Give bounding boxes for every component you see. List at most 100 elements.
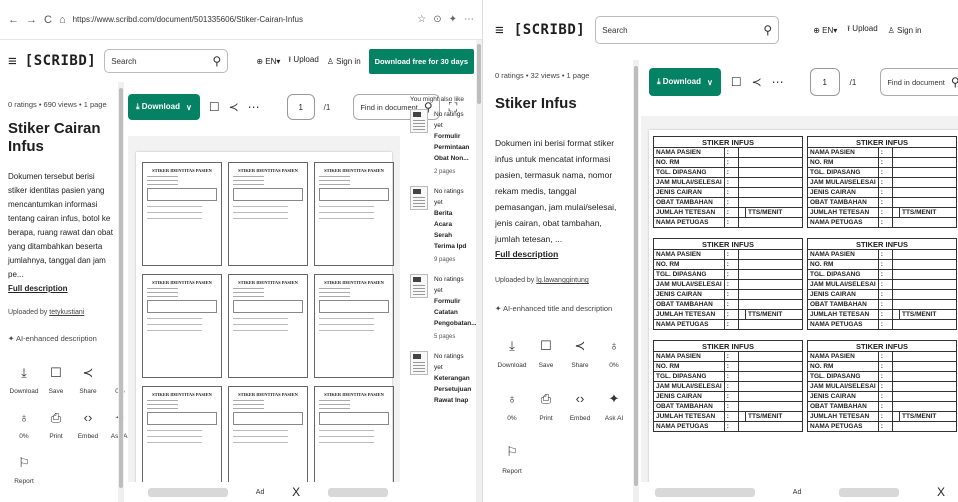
sidebar-scrollbar[interactable] (633, 60, 639, 502)
bookmark-star-icon[interactable]: ☆ (417, 14, 426, 25)
field-value (737, 401, 804, 412)
full-description-link[interactable]: Full description (495, 247, 629, 261)
back-icon[interactable]: ← (8, 14, 19, 26)
extensions-icon[interactable]: ⊙ (433, 14, 441, 25)
search-input[interactable]: Search ⚲ (595, 16, 780, 44)
document-viewer[interactable]: STIKER IDENTITAS PASIEN STIKER IDENTITAS … (128, 136, 400, 482)
share-action[interactable]: ≺ Share (72, 365, 104, 398)
embed-icon: ‹› (83, 410, 93, 425)
field-label: JENIS CAIRAN (807, 187, 879, 198)
field-separator: : (723, 309, 739, 320)
profile-icon[interactable]: ✦ (449, 14, 457, 25)
patient-sticker: STIKER IDENTITAS PASIEN (142, 274, 222, 378)
doc-toolbar: ⤓ Download ∨ ☐ ≺ ⋯ 1 /1 Find in document ⚲… (128, 94, 457, 120)
address-bar[interactable]: https://www.scribd.com/document/50133560… (73, 15, 414, 24)
ad-close-button[interactable]: X (937, 485, 945, 499)
language-selector[interactable]: ⊕ EN▾ (813, 26, 837, 35)
embed-action[interactable]: ‹› Embed (563, 391, 597, 426)
sign-in-link[interactable]: ♙ Sign in (327, 57, 361, 66)
recommendation-item[interactable]: No ratings yet Formulir Catatan Pengobata… (410, 274, 477, 343)
recommendation-item[interactable]: No ratings yet Berita Acara Serah Terima … (410, 186, 476, 266)
field-separator: : (723, 177, 739, 188)
language-selector[interactable]: ⊕ EN▾ (256, 57, 280, 66)
upload-link[interactable]: ⭱ Upload (288, 54, 318, 68)
search-icon[interactable]: ⚲ (763, 23, 772, 37)
field-value (891, 289, 958, 300)
share-action[interactable]: ≺ Share (563, 338, 597, 373)
field-label: NO. RM (653, 361, 725, 372)
sign-in-link[interactable]: ♙ Sign in (888, 26, 922, 35)
uploader-link[interactable]: tetykustiani (49, 309, 84, 316)
forward-icon[interactable]: → (26, 14, 37, 26)
search-icon[interactable]: ⚲ (213, 54, 222, 68)
download-action[interactable]: ⤓ Download (8, 365, 40, 398)
bookmark-icon[interactable]: ☐ (731, 75, 742, 89)
field-value (891, 147, 958, 158)
download-button[interactable]: ⤓ Download ∨ (128, 94, 200, 120)
download-caret-icon[interactable]: ∨ (707, 78, 713, 87)
uploader-link[interactable]: lg.lawanggintung (536, 277, 589, 284)
scribd-logo[interactable]: [SCRIBD] (25, 53, 96, 69)
upload-link[interactable]: ⭱ Upload (847, 23, 877, 37)
full-description-link[interactable]: Full description (8, 282, 116, 296)
search-placeholder: Search (602, 25, 628, 35)
doc-title: Stiker Cairan Infus (8, 120, 101, 155)
search-input[interactable]: Search ⚲ (104, 49, 229, 73)
dislike-action[interactable]: ♁ 0% (495, 391, 529, 426)
sidebar-scrollbar[interactable] (118, 82, 124, 502)
save-action[interactable]: ☐ Save (40, 365, 72, 398)
download-button-label: ⤓ Download (136, 102, 180, 111)
more-options-icon[interactable]: ⋯ (248, 100, 260, 114)
recommendation-item[interactable]: No ratings yet Formulir Permintaan Obat N… (410, 109, 476, 178)
save-action[interactable]: ☐ Save (529, 338, 563, 373)
download-action[interactable]: ⤓ Download (495, 338, 529, 373)
search-icon[interactable]: ⚲ (951, 75, 958, 89)
find-placeholder: Find in document (887, 77, 945, 87)
print-action[interactable]: ⎙ Print (40, 410, 72, 443)
field-value (891, 157, 958, 168)
like-action[interactable]: ♁ 0% (597, 338, 631, 373)
thumbs-down-icon: ♁ (19, 410, 29, 425)
field-value (891, 249, 958, 260)
field-label: JENIS CAIRAN (653, 391, 725, 402)
ask-ai-action[interactable]: ✦ Ask AI (597, 391, 631, 426)
print-action[interactable]: ⎙ Print (529, 391, 563, 426)
bookmark-icon[interactable]: ☐ (209, 100, 220, 114)
print-icon: ⎙ (50, 410, 62, 425)
uploaded-by-label: Uploaded by (495, 277, 535, 284)
dislike-action[interactable]: ♁ 0% (8, 410, 40, 443)
report-action[interactable]: ⚐ Report (8, 455, 40, 488)
reload-icon[interactable]: C (44, 14, 52, 26)
report-action[interactable]: ⚐ Report (495, 444, 529, 479)
embed-icon: ‹› (575, 391, 585, 406)
scribd-logo[interactable]: [SCRIBD] (514, 22, 585, 38)
download-button[interactable]: ⤓ Download ∨ (649, 68, 721, 96)
field-value (737, 361, 804, 372)
page-number-input[interactable]: 1 (809, 68, 840, 96)
field-label: JAM MULAI/SELESAI (653, 381, 725, 392)
hamburger-menu-icon[interactable]: ≡ (495, 22, 504, 39)
more-options-icon[interactable]: ⋯ (772, 75, 784, 89)
sticker-title: STIKER IDENTITAS PASIEN (238, 392, 298, 397)
doc-description: Dokumen ini berisi format stiker infus u… (495, 138, 617, 244)
page-number-input[interactable]: 1 (286, 94, 315, 120)
field-label: JUMLAH TETESAN (653, 411, 725, 422)
embed-action[interactable]: ‹› Embed (72, 410, 104, 443)
site-header: ≡ [SCRIBD] Search ⚲ ⊕ EN▾ ⭱ Upload ♙ Sig… (483, 0, 958, 60)
find-in-document[interactable]: Find in document ⚲ (880, 68, 958, 96)
download-caret-icon[interactable]: ∨ (186, 103, 192, 112)
more-menu-icon[interactable]: ⋯ (464, 14, 474, 25)
field-label: NO. RM (807, 361, 879, 372)
hamburger-menu-icon[interactable]: ≡ (8, 53, 17, 70)
field-value (737, 381, 804, 392)
document-viewer[interactable]: STIKER INFUS NAMA PASIEN: NO. RM: TGL. DIPA… (641, 116, 958, 482)
field-label: NO. RM (653, 259, 725, 270)
unit-label: TTS/MENIT (898, 309, 958, 320)
share-icon[interactable]: ≺ (229, 100, 239, 114)
field-label: JUMLAH TETESAN (807, 309, 879, 320)
ad-close-button[interactable]: X (292, 485, 300, 499)
doc-description: Dokumen tersebut berisi stiker identitas… (8, 172, 113, 279)
share-icon[interactable]: ≺ (752, 75, 762, 89)
recommendation-item[interactable]: No ratings yet Keterangan Persetujuan Raw… (410, 351, 476, 409)
download-free-button[interactable]: Download free for 30 days (368, 48, 474, 74)
